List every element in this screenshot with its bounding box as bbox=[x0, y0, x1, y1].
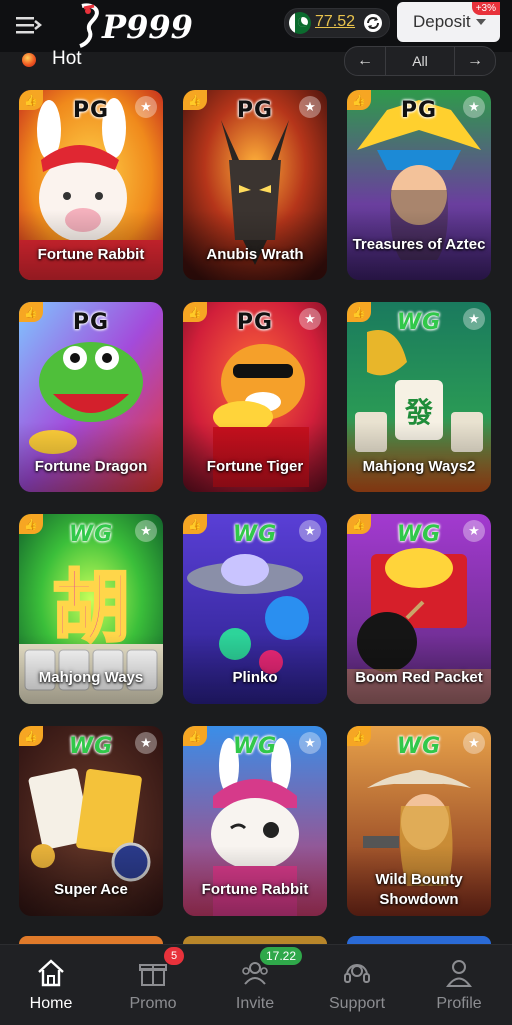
game-title: Boom Red Packet bbox=[355, 669, 483, 686]
svg-text:P999: P999 bbox=[101, 8, 192, 46]
deposit-button[interactable]: Deposit +3% bbox=[397, 2, 500, 42]
nav-label: Profile bbox=[436, 995, 482, 1012]
provider-logo: PG bbox=[236, 98, 274, 123]
provider-logo: PG bbox=[400, 98, 438, 123]
provider-logo: PG bbox=[72, 310, 110, 335]
home-icon bbox=[38, 959, 64, 987]
game-card-mahjong-ways2[interactable]: 發 👍 ★ WG Mahjong Ways2 bbox=[347, 302, 491, 492]
gift-icon bbox=[139, 964, 167, 986]
game-title: Fortune Rabbit bbox=[201, 881, 309, 898]
provider-logo: WG bbox=[396, 522, 442, 547]
game-card-fortune-rabbit-wg[interactable]: 👍 ★ WG Fortune Rabbit bbox=[183, 726, 327, 916]
nav-label: Invite bbox=[235, 995, 275, 1012]
provider-logo: PG bbox=[72, 98, 110, 123]
game-card-boom-red-packet[interactable]: 👍 ★ WG Boom Red Packet bbox=[347, 514, 491, 704]
nav-support[interactable]: Support bbox=[306, 945, 408, 1025]
invite-badge: 17.22 bbox=[260, 947, 303, 965]
provider-logo: WG bbox=[68, 734, 114, 759]
headset-icon bbox=[344, 964, 370, 983]
provider-logo: WG bbox=[232, 522, 278, 547]
nav-promo[interactable]: 5 Promo bbox=[102, 945, 204, 1025]
game-title: Mahjong Ways2 bbox=[362, 458, 476, 475]
next-page-button[interactable]: → bbox=[455, 47, 495, 75]
chevron-down-icon bbox=[476, 19, 486, 25]
hot-section-header: Hot ← All → bbox=[0, 44, 512, 76]
menu-icon[interactable] bbox=[16, 14, 42, 36]
game-title: Wild Bounty Showdown bbox=[375, 871, 463, 908]
provider-logo: WG bbox=[396, 734, 442, 759]
bonus-badge: +3% bbox=[471, 2, 500, 15]
provider-logo: WG bbox=[68, 522, 114, 547]
nav-profile[interactable]: Profile bbox=[408, 945, 510, 1025]
refresh-icon[interactable] bbox=[363, 13, 383, 33]
promo-badge: 5 bbox=[164, 947, 184, 965]
game-card-super-ace[interactable]: 👍 ★ WG Super Ace bbox=[19, 726, 163, 916]
game-card-anubis-wrath[interactable]: 👍 ★ PG Anubis Wrath bbox=[183, 90, 327, 280]
game-card-treasures-of-aztec[interactable]: 👍 ★ PG Treasures of Aztec bbox=[347, 90, 491, 280]
pakistan-flag-icon bbox=[289, 12, 311, 34]
game-card-fortune-dragon[interactable]: 👍 PG Fortune Dragon bbox=[19, 302, 163, 492]
provider-logo: WG bbox=[232, 734, 278, 759]
game-title: Fortune Dragon bbox=[34, 458, 148, 475]
game-card-fortune-tiger[interactable]: 👍 ★ PG Fortune Tiger bbox=[183, 302, 327, 492]
provider-logo: PG bbox=[236, 310, 274, 335]
game-title: Fortune Tiger bbox=[206, 458, 304, 475]
provider-logo: WG bbox=[396, 310, 442, 335]
game-title: Plinko bbox=[232, 669, 278, 686]
game-card-wild-bounty-showdown[interactable]: 👍 ★ WG Wild Bounty Showdown bbox=[347, 726, 491, 916]
game-card-plinko[interactable]: 👍 ★ WG Plinko bbox=[183, 514, 327, 704]
nav-invite[interactable]: 17.22 Invite bbox=[204, 945, 306, 1025]
nav-label: Promo bbox=[129, 995, 177, 1012]
balance-pill[interactable]: 77.52 bbox=[284, 8, 390, 38]
p999-logo[interactable]: P999 bbox=[74, 2, 192, 48]
view-all-button[interactable]: All bbox=[385, 47, 455, 75]
game-card-mahjong-ways[interactable]: 胡 👍 ★ WG Mahjong Ways bbox=[19, 514, 163, 704]
nav-home[interactable]: Home bbox=[0, 945, 102, 1025]
nav-label: Support bbox=[328, 995, 386, 1012]
prev-page-button[interactable]: ← bbox=[345, 47, 385, 75]
game-card-fortune-rabbit[interactable]: 👍 ★ PG Fortune Rabbit bbox=[19, 90, 163, 280]
game-title: Anubis Wrath bbox=[206, 246, 304, 263]
bottom-navigation: Home 5 Promo 17.22 Invite Support Profil… bbox=[0, 944, 512, 1025]
nav-label: Home bbox=[29, 995, 73, 1012]
section-pager: ← All → bbox=[344, 46, 496, 76]
balance-amount: 77.52 bbox=[315, 13, 356, 30]
deposit-label: Deposit bbox=[413, 12, 471, 31]
user-icon bbox=[446, 960, 472, 987]
game-title: Fortune Rabbit bbox=[37, 246, 145, 263]
game-title: Super Ace bbox=[54, 881, 128, 898]
section-title: Hot bbox=[52, 48, 82, 69]
fire-icon bbox=[22, 53, 36, 67]
game-title: Treasures of Aztec bbox=[352, 236, 486, 253]
game-title: Mahjong Ways bbox=[38, 669, 144, 686]
